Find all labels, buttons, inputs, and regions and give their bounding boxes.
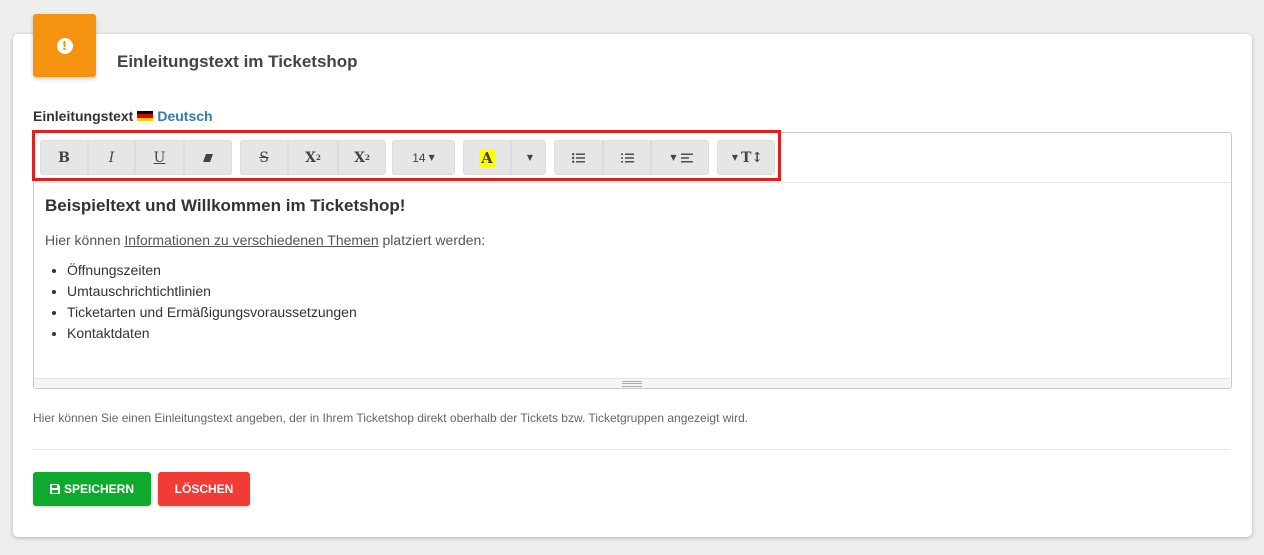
align-icon <box>680 153 693 162</box>
strikethrough-button[interactable]: S <box>240 140 288 175</box>
language-link[interactable]: Deutsch <box>157 108 212 124</box>
chevron-down-icon: ▼ <box>428 153 435 162</box>
line-height-label: T↕ <box>741 149 764 166</box>
form-divider <box>33 449 1230 450</box>
intro-text-before: Hier können <box>45 232 125 248</box>
line-height-dropdown[interactable]: ▼ T↕ <box>717 140 775 175</box>
intro-underlined-text: Informationen zu verschiedenen Themen <box>124 232 379 248</box>
delete-button[interactable]: LÖSCHEN <box>158 472 250 506</box>
subscript-label: X <box>354 149 365 166</box>
italic-button[interactable]: I <box>88 140 135 175</box>
grip-icon <box>622 380 642 387</box>
save-button-label: SPEICHERN <box>63 482 134 496</box>
content-intro: Hier können Informationen zu verschieden… <box>45 232 1215 248</box>
save-button[interactable]: SPEICHERN <box>33 472 151 506</box>
field-label: Einleitungstext Deutsch <box>33 108 213 124</box>
color-dropdown-button[interactable]: ▼ <box>511 140 546 175</box>
chevron-down-icon: ▼ <box>526 153 534 162</box>
delete-button-label: LÖSCHEN <box>174 482 234 496</box>
toolbar-divider <box>33 182 1230 183</box>
ordered-list-button[interactable] <box>603 140 651 175</box>
unordered-list-button[interactable] <box>554 140 603 175</box>
content-heading: Beispieltext und Willkommen im Ticketsho… <box>45 196 406 215</box>
align-dropdown-button[interactable]: ▼ <box>651 140 709 175</box>
superscript-button[interactable]: X2 <box>288 140 338 175</box>
subscript-button[interactable]: X2 <box>338 140 386 175</box>
list-item: Kontaktdaten <box>67 323 1215 344</box>
card-header-badge: ! <box>33 14 96 77</box>
underline-label: U <box>153 149 166 166</box>
field-label-text: Einleitungstext <box>33 108 134 124</box>
exclamation-circle-icon: ! <box>56 37 73 54</box>
intro-text-after: platziert werden: <box>378 232 486 248</box>
editor-content[interactable]: Beispieltext und Willkommen im Ticketsho… <box>45 196 1215 344</box>
text-color-button[interactable]: A <box>463 140 511 175</box>
eraser-icon <box>203 153 213 162</box>
italic-label: I <box>108 149 115 166</box>
editor-resize-handle[interactable] <box>34 378 1230 388</box>
ordered-list-icon <box>620 153 634 162</box>
clear-format-button[interactable] <box>184 140 232 175</box>
floppy-disk-icon <box>49 484 60 494</box>
list-item: Ticketarten und Ermäßigungsvoraussetzung… <box>67 302 1215 323</box>
superscript-label: X <box>305 149 316 166</box>
font-size-dropdown[interactable]: 14 ▼ <box>392 140 455 175</box>
text-color-label: A <box>479 148 495 167</box>
strikethrough-label: S <box>259 149 269 166</box>
help-text: Hier können Sie einen Einleitungstext an… <box>33 411 749 425</box>
underline-button[interactable]: U <box>135 140 184 175</box>
chevron-down-icon: ▼ <box>731 153 738 162</box>
list-item: Umtauschrichtichtlinien <box>67 281 1215 302</box>
bold-label: B <box>58 149 70 166</box>
german-flag-icon <box>137 110 154 122</box>
chevron-down-icon: ▼ <box>670 153 677 162</box>
card-title: Einleitungstext im Ticketshop <box>117 52 358 71</box>
list-item: Öffnungszeiten <box>67 260 1215 281</box>
bold-button[interactable]: B <box>40 140 88 175</box>
content-list: Öffnungszeiten Umtauschrichtichtlinien T… <box>45 260 1215 344</box>
unordered-list-icon <box>572 152 585 163</box>
font-size-value: 14 <box>412 150 426 165</box>
